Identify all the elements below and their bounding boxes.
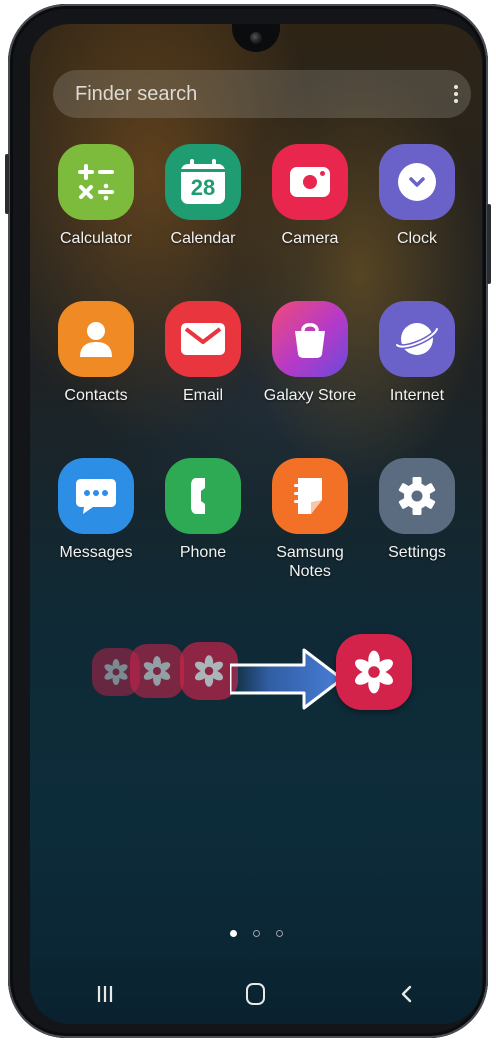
app-label: Calendar — [170, 230, 236, 247]
calendar-icon: 28 — [165, 144, 241, 220]
app-phone[interactable]: Phone — [153, 458, 253, 562]
front-camera — [250, 32, 262, 44]
phone-frame: Finder search Calculator 28 Calendar Cam… — [5, 4, 491, 1038]
email-icon — [165, 301, 241, 377]
app-clock[interactable]: Clock — [367, 144, 467, 248]
phone-icon — [165, 458, 241, 534]
home-icon[interactable] — [226, 969, 286, 1019]
app-label: Calculator — [59, 230, 133, 247]
app-calculator[interactable]: Calculator — [46, 144, 146, 248]
planet-icon — [379, 301, 455, 377]
app-label: Settings — [388, 544, 446, 561]
page-indicator[interactable] — [30, 930, 482, 937]
app-messages[interactable]: Messages — [46, 458, 146, 562]
gear-icon — [379, 458, 455, 534]
volume-button — [5, 154, 9, 214]
drag-arrow-icon — [230, 648, 344, 710]
app-label: Contacts — [64, 387, 128, 404]
calendar-date: 28 — [190, 175, 216, 200]
app-contacts[interactable]: Contacts — [46, 301, 146, 405]
flower-icon[interactable] — [336, 634, 412, 710]
chat-bubble-icon — [58, 458, 134, 534]
contact-icon — [58, 301, 134, 377]
app-internet[interactable]: Internet — [367, 301, 467, 405]
back-icon[interactable] — [377, 969, 437, 1019]
app-label: Samsung Notes — [276, 544, 344, 580]
search-placeholder: Finder search — [75, 82, 198, 105]
finder-search-bar[interactable]: Finder search — [53, 70, 471, 118]
shopping-bag-icon — [272, 301, 348, 377]
app-label: Internet — [389, 387, 445, 404]
recents-icon[interactable] — [75, 969, 135, 1019]
camera-icon — [272, 144, 348, 220]
app-camera[interactable]: Camera — [260, 144, 360, 248]
flower-icon — [130, 644, 184, 698]
app-email[interactable]: Email — [153, 301, 253, 405]
power-button — [487, 204, 491, 284]
app-label: Galaxy Store — [263, 387, 357, 404]
clock-icon — [379, 144, 455, 220]
app-samsung-notes[interactable]: Samsung Notes — [260, 458, 360, 581]
calculator-icon — [58, 144, 134, 220]
app-label: Phone — [179, 544, 227, 561]
app-galaxy-store[interactable]: Galaxy Store — [260, 301, 360, 405]
app-label: Messages — [59, 544, 133, 561]
app-calendar[interactable]: 28 Calendar — [153, 144, 253, 248]
more-options-icon[interactable] — [441, 70, 471, 118]
page-dot[interactable] — [275, 930, 283, 937]
notes-icon — [272, 458, 348, 534]
page-dot-active[interactable] — [229, 930, 237, 937]
page-dot[interactable] — [252, 930, 260, 937]
app-settings[interactable]: Settings — [367, 458, 467, 562]
navigation-bar — [30, 964, 482, 1024]
app-label: Clock — [396, 230, 437, 247]
home-screen: Finder search Calculator 28 Calendar Cam… — [30, 24, 482, 1024]
app-label: Camera — [281, 230, 339, 247]
app-label: Email — [182, 387, 223, 404]
